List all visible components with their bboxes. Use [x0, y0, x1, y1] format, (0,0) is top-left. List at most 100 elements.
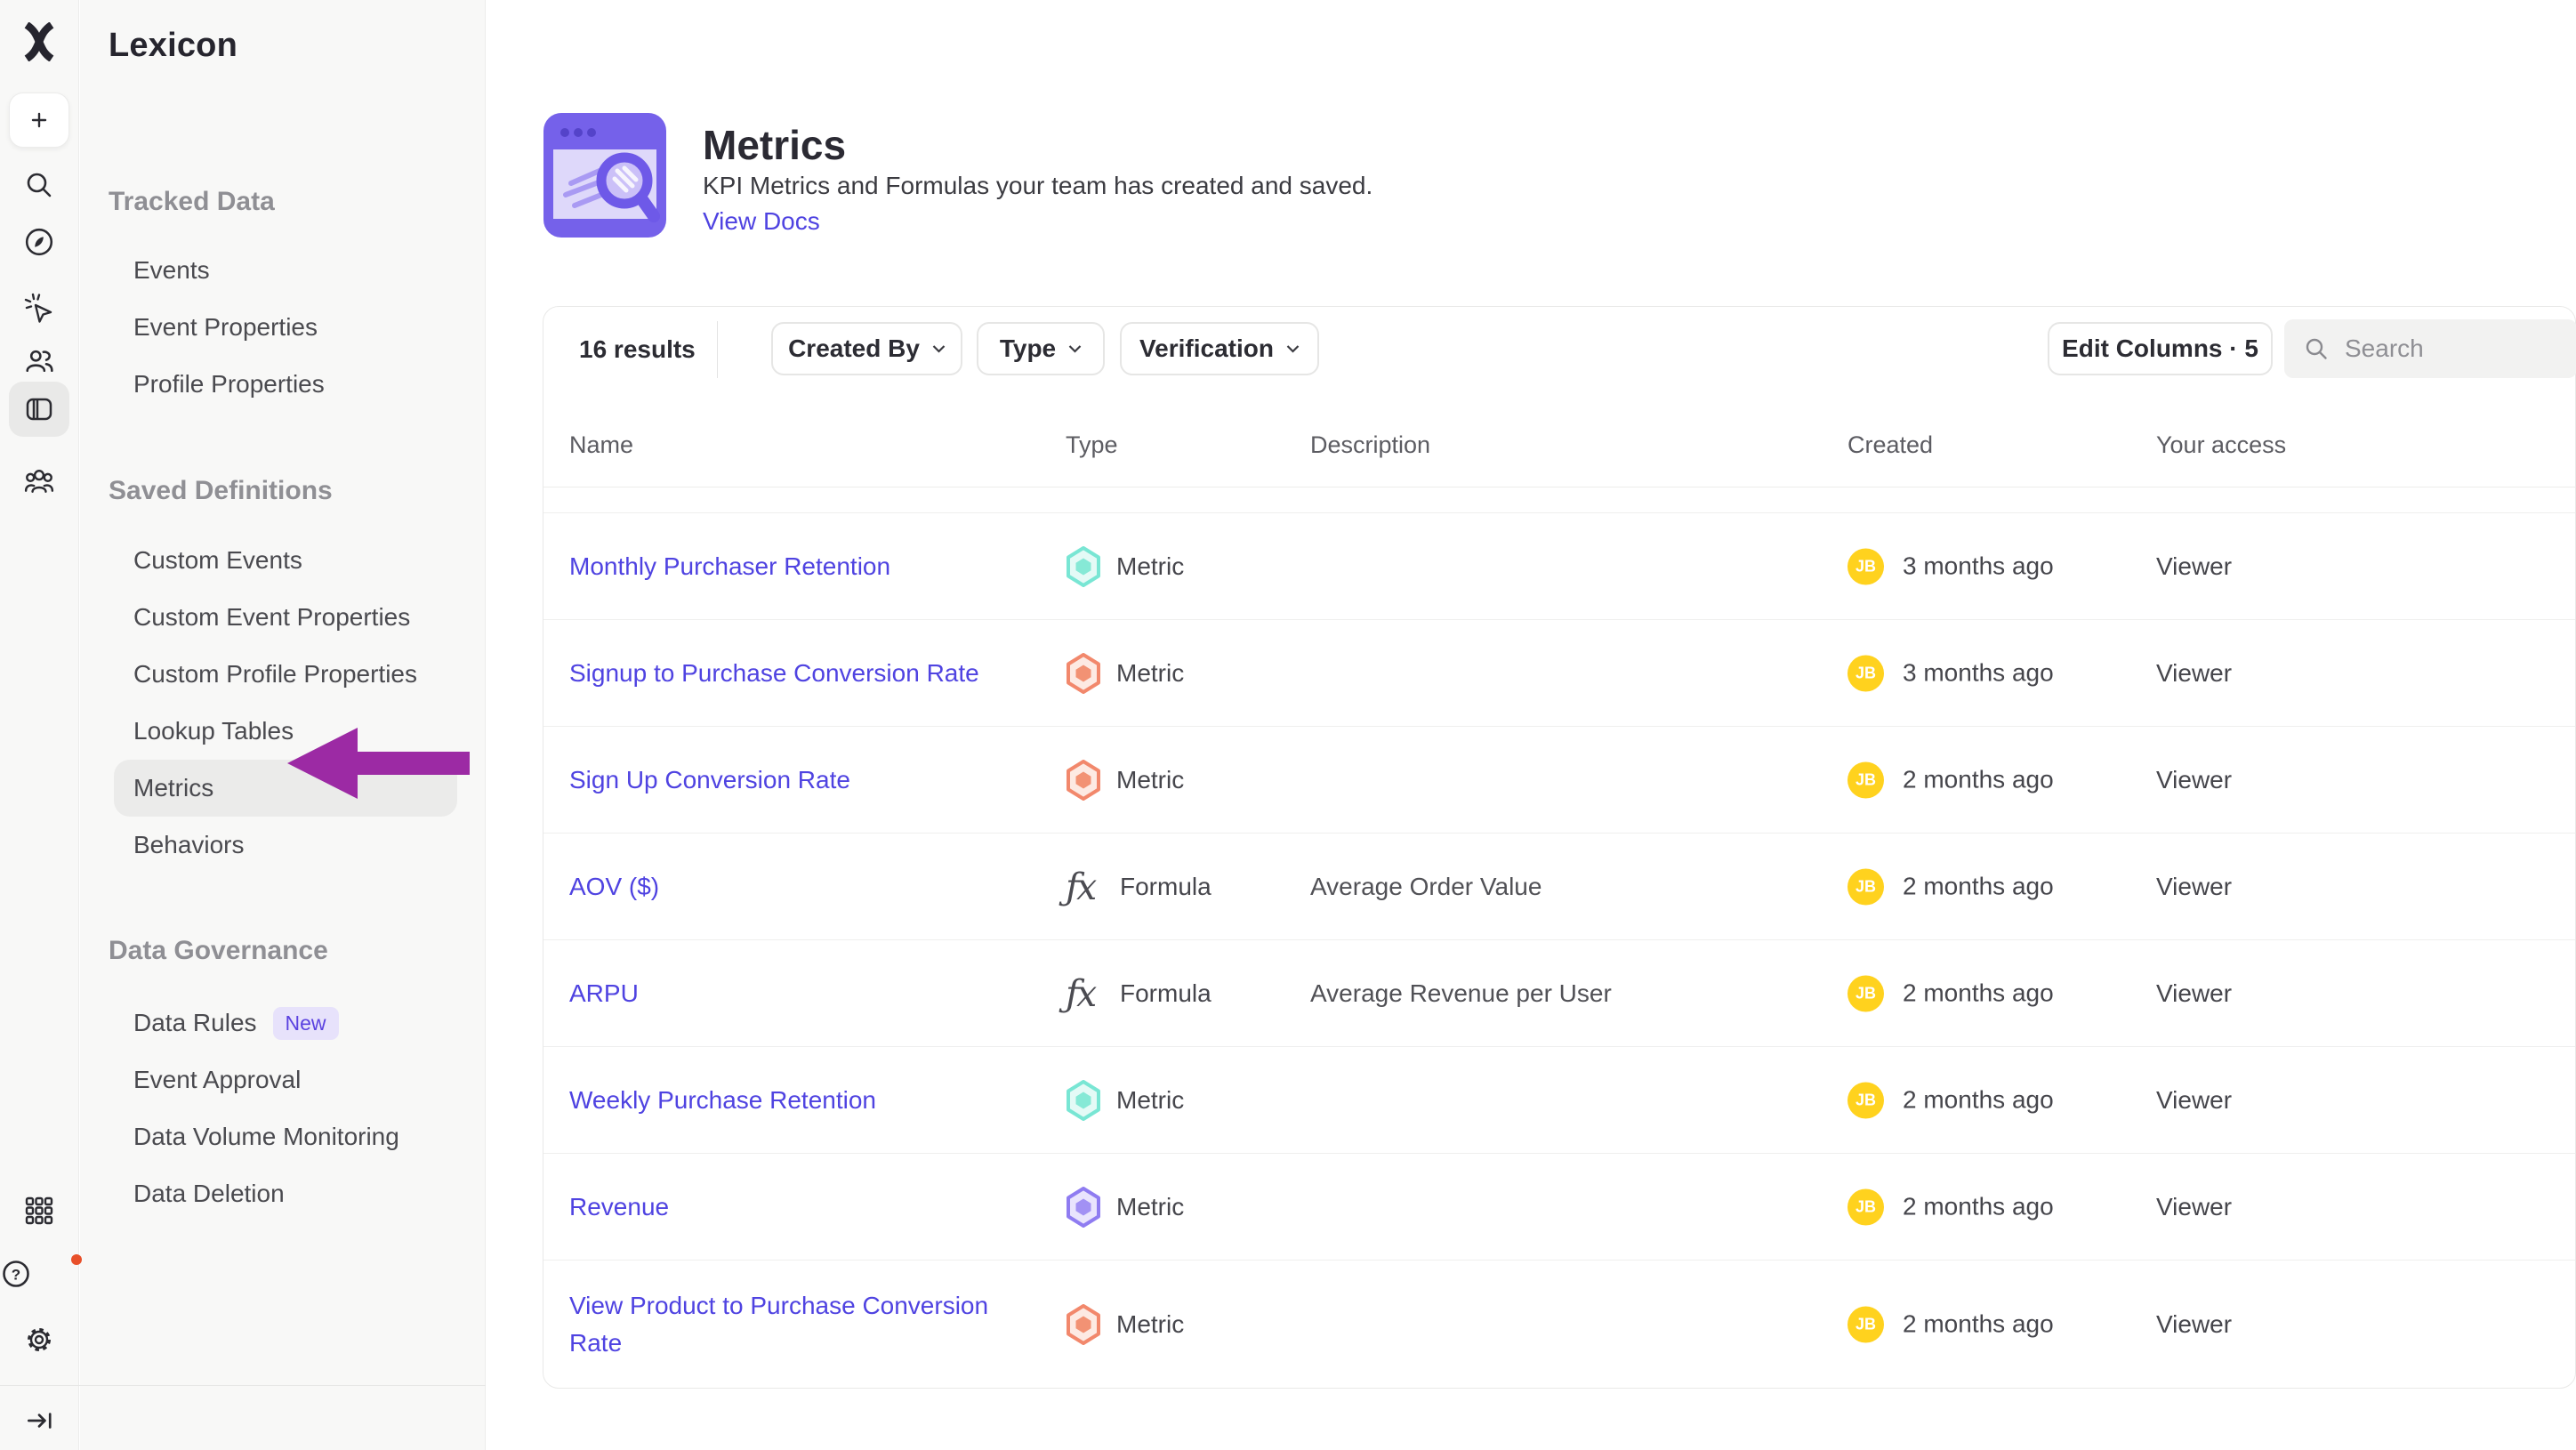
created-time: 2 months ago [1903, 766, 2054, 794]
plus-icon [25, 106, 53, 134]
type-label: Metric [1116, 766, 1184, 794]
sidebar-item-data-volume-monitoring[interactable]: Data Volume Monitoring [109, 1108, 463, 1165]
sidebar-item-behaviors[interactable]: Behaviors [109, 817, 463, 874]
create-button[interactable] [9, 93, 69, 148]
access-cell: Viewer [2156, 873, 2232, 901]
metric-name-link[interactable]: Weekly Purchase Retention [569, 1082, 1014, 1119]
sidebar-item-custom-profile-properties[interactable]: Custom Profile Properties [109, 646, 463, 703]
type-cell: Metric [1066, 546, 1184, 587]
section-data-governance: Data Governance Data Rules New Event App… [109, 936, 463, 1222]
settings-gear-icon[interactable] [23, 1324, 55, 1356]
filter-label: Type [1000, 334, 1056, 363]
annotation-arrow [287, 728, 470, 799]
sidebar-item-label: Behaviors [133, 831, 245, 859]
sidebar-item-data-deletion[interactable]: Data Deletion [109, 1165, 463, 1222]
column-header-created: Created [1847, 431, 1933, 459]
table-row: AOV ($) ƒx Formula Average Order Value J… [543, 834, 2575, 940]
created-time: 3 months ago [1903, 552, 2054, 581]
sidebar-item-custom-events[interactable]: Custom Events [109, 532, 463, 589]
metric-name-link[interactable]: Monthly Purchaser Retention [569, 548, 1014, 585]
sidebar-item-custom-event-properties[interactable]: Custom Event Properties [109, 589, 463, 646]
help-icon[interactable]: ? [0, 1258, 78, 1290]
section-tracked-data: Tracked Data Events Event Properties Pro… [109, 187, 463, 413]
sidebar-item-label: Metrics [133, 774, 213, 802]
metric-name-link[interactable]: Signup to Purchase Conversion Rate [569, 655, 1014, 692]
hexagon-orange-icon [1066, 1304, 1101, 1345]
discover-compass-icon[interactable] [24, 227, 54, 257]
type-label: Metric [1116, 552, 1184, 581]
search-box[interactable] [2284, 319, 2576, 378]
access-cell: Viewer [2156, 1086, 2232, 1115]
sidebar-item-label: Event Properties [133, 313, 318, 342]
sidebar-item-label: Data Volume Monitoring [133, 1123, 399, 1151]
formula-fx-icon: ƒx [1066, 866, 1105, 907]
type-cell: Metric [1066, 1080, 1184, 1121]
notification-dot [71, 1254, 82, 1265]
users-icon[interactable] [24, 345, 54, 375]
access-cell: Viewer [2156, 552, 2232, 581]
sidebar-item-data-rules[interactable]: Data Rules New [109, 995, 463, 1051]
hexagon-orange-icon [1066, 760, 1101, 801]
cohorts-icon[interactable] [24, 465, 54, 495]
type-cell: ƒx Formula [1066, 866, 1212, 907]
sidebar: Lexicon Tracked Data Events Event Proper… [80, 0, 486, 1450]
table-row: Monthly Purchaser Retention Metric JB 3 … [543, 513, 2575, 620]
sidebar-item-event-approval[interactable]: Event Approval [109, 1051, 463, 1108]
avatar: JB [1847, 655, 1884, 691]
created-cell: JB 2 months ago [1847, 1082, 2054, 1118]
type-cell: Metric [1066, 653, 1184, 694]
description-cell: Average Revenue per User [1310, 979, 1612, 1008]
sidebar-item-profile-properties[interactable]: Profile Properties [109, 356, 463, 413]
events-cursor-icon[interactable] [23, 292, 55, 324]
created-cell: JB 2 months ago [1847, 1188, 2054, 1225]
column-header-type: Type [1066, 431, 1118, 459]
metric-name-link[interactable]: Sign Up Conversion Rate [569, 761, 1014, 799]
filter-type-button[interactable]: Type [977, 322, 1105, 375]
metric-name-link[interactable]: Revenue [569, 1188, 1014, 1226]
type-label: Metric [1116, 1310, 1184, 1339]
type-cell: Metric [1066, 1304, 1184, 1345]
page-subtitle: KPI Metrics and Formulas your team has c… [703, 172, 1373, 200]
formula-fx-icon: ƒx [1066, 973, 1105, 1014]
expand-sidebar-icon[interactable] [24, 1406, 54, 1436]
table-row: Revenue Metric JB 2 months ago Viewer [543, 1154, 2575, 1261]
lexicon-nav-active[interactable] [9, 382, 69, 437]
type-label: Formula [1120, 979, 1212, 1008]
search-icon[interactable] [24, 170, 54, 200]
column-header-description: Description [1310, 431, 1430, 459]
mixpanel-logo-icon[interactable] [20, 22, 59, 61]
edit-columns-button[interactable]: Edit Columns · 5 [2048, 322, 2273, 375]
metrics-app-icon [543, 112, 667, 238]
metric-name-link[interactable]: View Product to Purchase Conversion Rate [569, 1287, 1014, 1362]
access-cell: Viewer [2156, 1193, 2232, 1221]
table-row: Signup to Purchase Conversion Rate Metri… [543, 620, 2575, 727]
view-docs-link[interactable]: View Docs [703, 207, 820, 236]
apps-grid-icon[interactable] [23, 1195, 55, 1227]
chevron-down-icon [932, 344, 946, 353]
page-title: Lexicon [109, 27, 463, 98]
svg-text:?: ? [12, 1267, 20, 1284]
sidebar-item-label: Events [133, 256, 210, 285]
sidebar-item-label: Event Approval [133, 1066, 301, 1094]
type-label: Formula [1120, 873, 1212, 901]
filter-verification-button[interactable]: Verification [1120, 322, 1319, 375]
created-time: 2 months ago [1903, 1310, 2054, 1339]
metric-name-link[interactable]: ARPU [569, 975, 1014, 1012]
filter-created-by-button[interactable]: Created By [771, 322, 962, 375]
sidebar-item-event-properties[interactable]: Event Properties [109, 299, 463, 356]
avatar: JB [1847, 548, 1884, 584]
search-input[interactable] [2345, 334, 2540, 363]
filter-label: Verification [1139, 334, 1274, 363]
sidebar-item-events[interactable]: Events [109, 242, 463, 299]
sidebar-item-label: Data Deletion [133, 1180, 285, 1208]
hexagon-purple-icon [1066, 1187, 1101, 1228]
access-cell: Viewer [2156, 979, 2232, 1008]
created-time: 2 months ago [1903, 1193, 2054, 1221]
avatar: JB [1847, 975, 1884, 1011]
created-cell: JB 2 months ago [1847, 1306, 2054, 1342]
section-label: Data Governance [109, 936, 463, 966]
sidebar-item-label: Custom Event Properties [133, 603, 410, 632]
metric-name-link[interactable]: AOV ($) [569, 868, 1014, 906]
sidebar-item-label: Data Rules [133, 1009, 257, 1037]
table-row: Sign Up Conversion Rate Metric JB 2 mont… [543, 727, 2575, 834]
